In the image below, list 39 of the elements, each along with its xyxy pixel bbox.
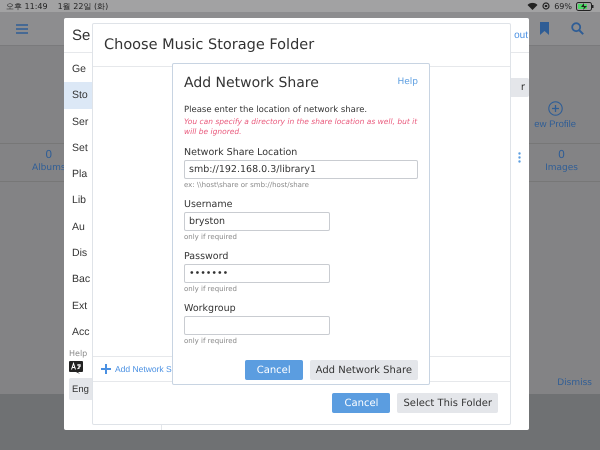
dialog-title: Add Network Share bbox=[184, 75, 319, 91]
plus-icon[interactable] bbox=[101, 364, 111, 374]
intro-text: Please enter the location of network share. bbox=[184, 105, 368, 115]
more-icon[interactable] bbox=[518, 152, 521, 163]
dialog-button[interactable]: Cancel bbox=[332, 393, 390, 413]
dialog-button[interactable]: Cancel bbox=[244, 360, 303, 380]
logout-link[interactable]: out bbox=[514, 30, 528, 40]
field-label: Workgroup bbox=[184, 303, 237, 314]
input-field[interactable] bbox=[184, 316, 330, 335]
dialog-title: Se bbox=[72, 26, 90, 44]
help-link[interactable]: Help bbox=[397, 75, 418, 87]
battery-percent: 69% bbox=[554, 2, 572, 10]
wifi-icon bbox=[527, 2, 538, 10]
stat-label: Images bbox=[545, 163, 578, 173]
battery-charging-icon bbox=[576, 2, 594, 10]
help-label: Help bbox=[68, 348, 88, 358]
add-circle-icon[interactable] bbox=[548, 101, 563, 116]
menu-icon[interactable] bbox=[16, 24, 28, 34]
dismiss-link[interactable]: Dismiss bbox=[557, 378, 592, 388]
add-network-share-link[interactable]: Add Network S bbox=[115, 364, 172, 374]
dialog-button[interactable]: Add Network Share bbox=[310, 360, 418, 380]
field-label: Username bbox=[184, 199, 234, 210]
stat-count: 0 bbox=[558, 148, 566, 161]
dialog-button[interactable]: Select This Folder bbox=[397, 393, 498, 413]
field-label: Network Share Location bbox=[184, 147, 298, 158]
input-field[interactable]: smb://192.168.0.3/library1 bbox=[184, 160, 418, 179]
input-field[interactable]: ••••••• bbox=[184, 264, 330, 283]
bookmark-icon[interactable] bbox=[540, 22, 549, 35]
new-profile-label[interactable]: ew Profile bbox=[534, 119, 576, 130]
translate-icon[interactable] bbox=[69, 361, 83, 374]
lock-rotation-icon bbox=[542, 2, 550, 10]
field-label: Password bbox=[184, 251, 230, 262]
dialog-title: Choose Music Storage Folder bbox=[104, 37, 314, 53]
stat-label: Albums bbox=[32, 163, 66, 173]
stat-count: 0 bbox=[45, 148, 52, 161]
status-date: 1월 22일 (화) bbox=[58, 0, 108, 12]
status-time: 오후 11:49 bbox=[6, 0, 48, 12]
input-field[interactable]: bryston bbox=[184, 212, 330, 231]
search-icon[interactable] bbox=[571, 22, 584, 35]
